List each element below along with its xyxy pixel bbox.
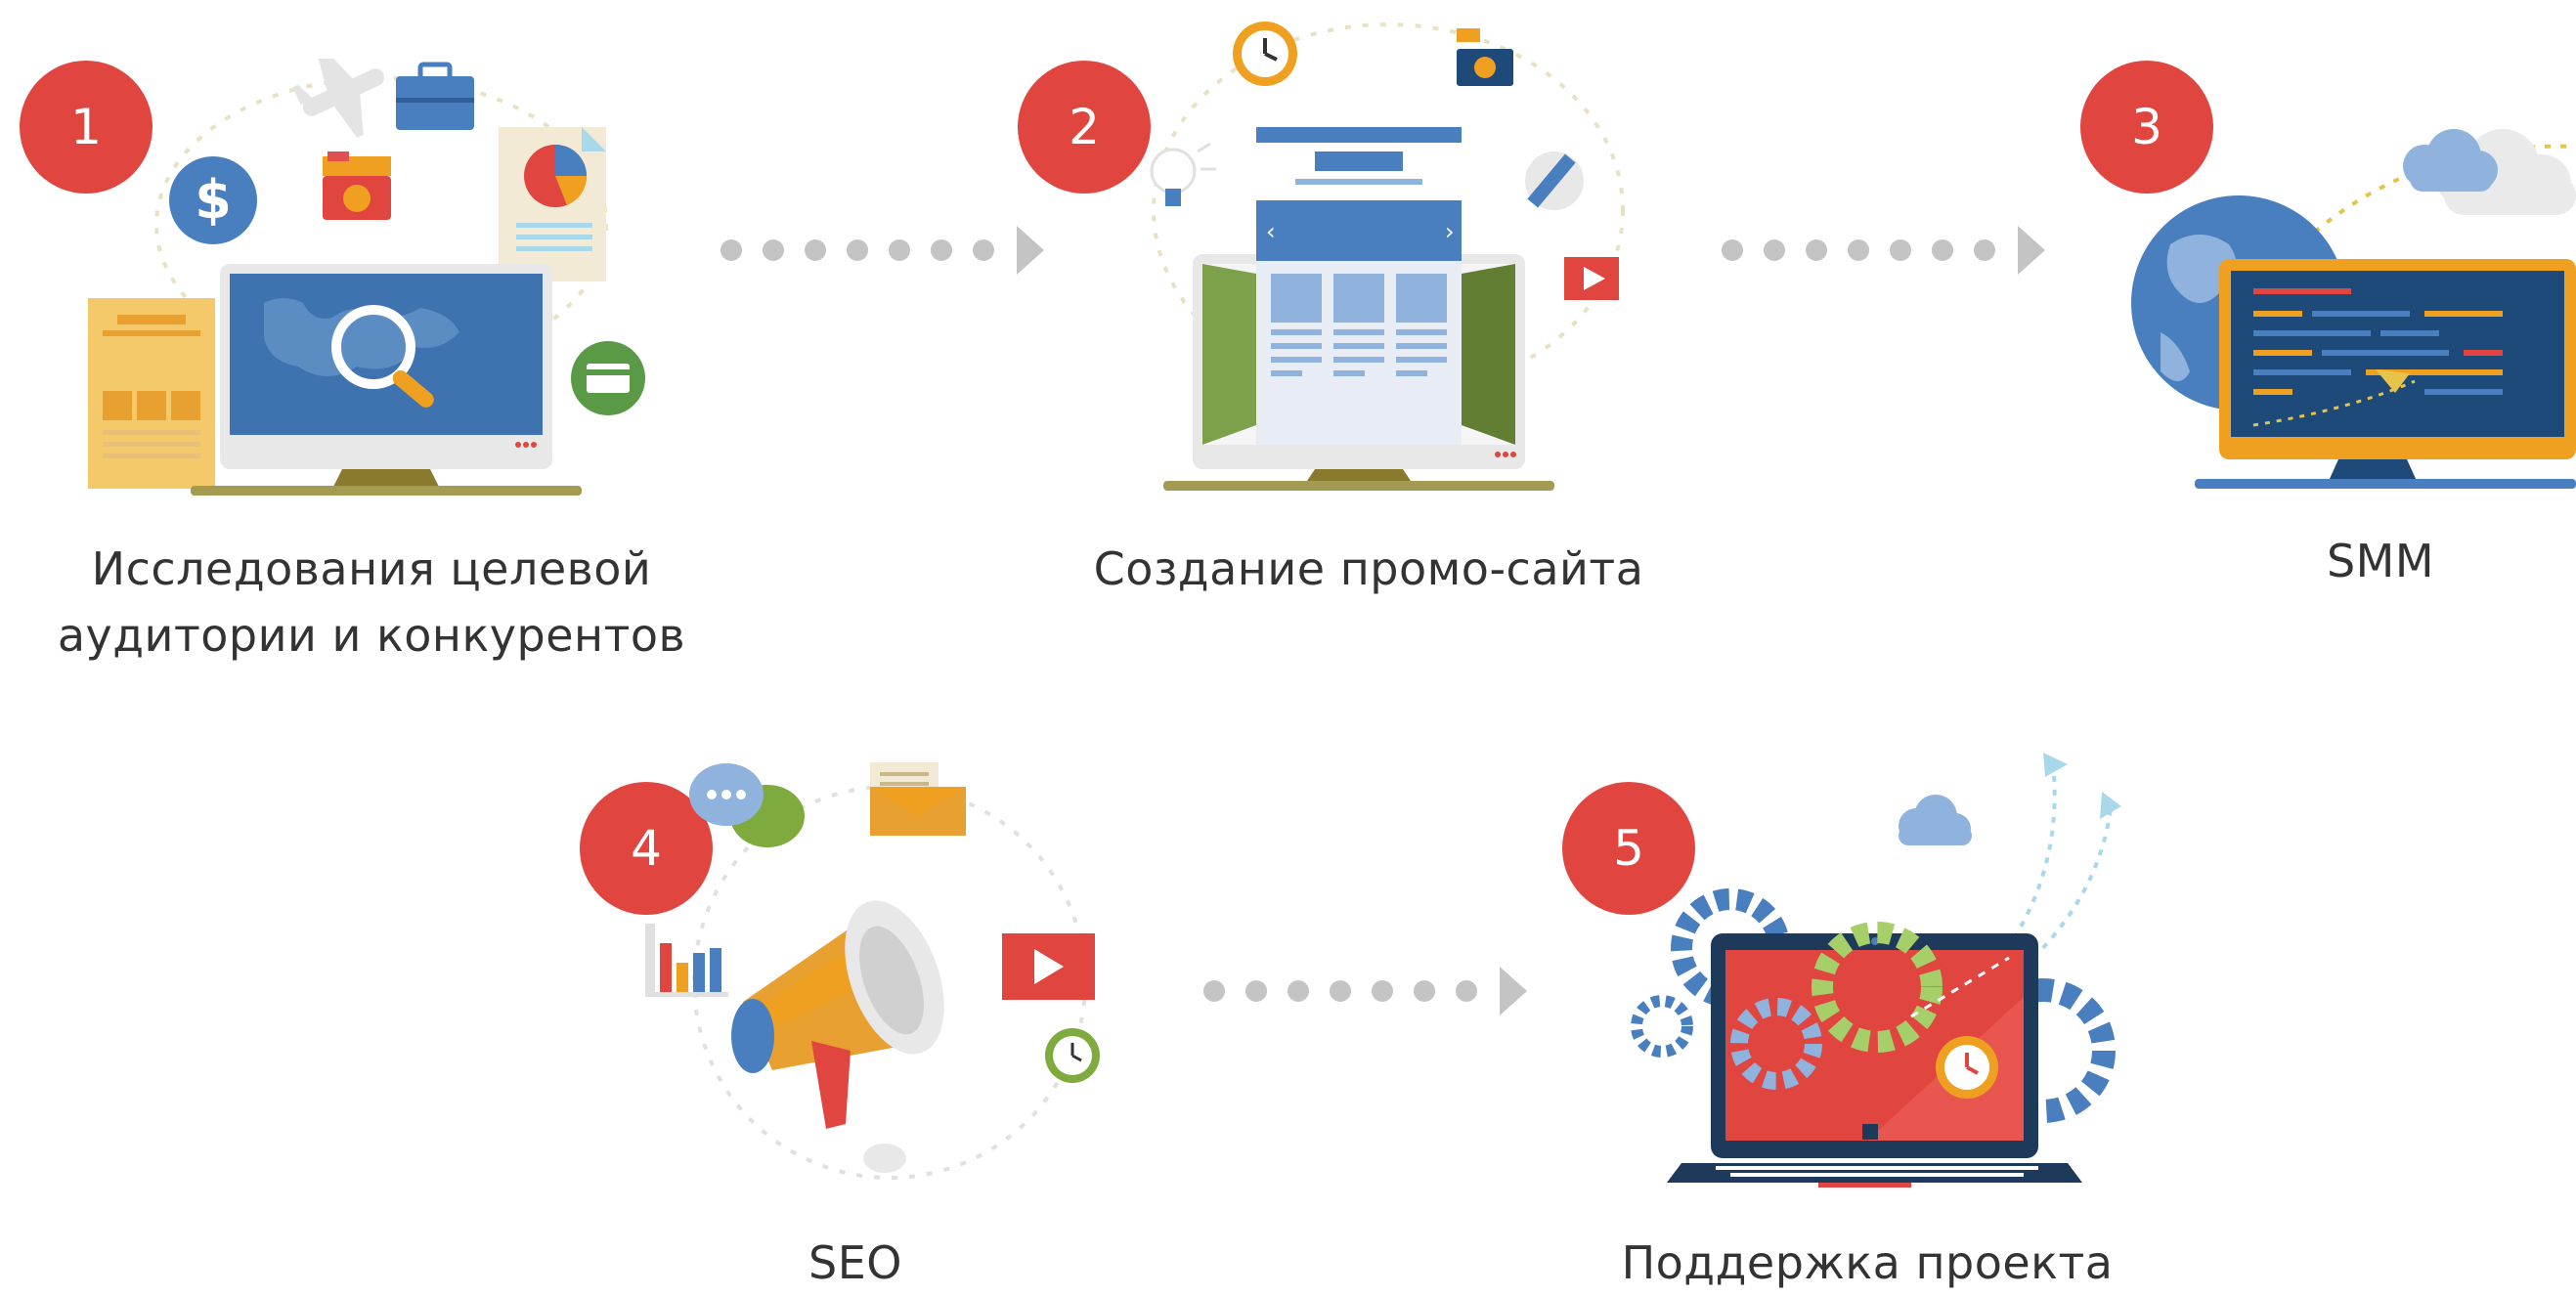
step-1-caption-line-2: аудитории и конкурентов	[57, 609, 686, 662]
step-1-caption-line-1: Исследования целевой	[91, 542, 652, 595]
step-3-caption: SMM	[2229, 528, 2532, 594]
step-2-caption: Создание промо-сайта	[1017, 536, 1721, 602]
step-2-number-badge: 2	[1018, 61, 1151, 194]
dotted-arrow-1-to-2	[720, 226, 1044, 275]
step-1-caption: Исследования целевой аудитории и конкуре…	[20, 536, 723, 669]
step-3-caption-line-1: SMM	[2326, 535, 2435, 587]
dotted-arrow-4-to-5	[1203, 967, 1527, 1015]
dotted-arrow-2-to-3	[1722, 226, 2045, 275]
laptop-with-gears-icon	[1631, 753, 2121, 1188]
monitor-with-website-layout-icon: ‹ ›	[1150, 22, 1625, 491]
globe-and-monitor-icon	[2131, 129, 2576, 489]
svg-text:$: $	[195, 169, 232, 231]
svg-text:‹: ‹	[1266, 218, 1276, 245]
step-2-caption-line-1: Создание промо-сайта	[1093, 542, 1644, 595]
monitor-with-magnifier-icon: $	[88, 59, 645, 496]
svg-text:›: ›	[1445, 218, 1455, 245]
megaphone-icon	[645, 762, 1100, 1180]
